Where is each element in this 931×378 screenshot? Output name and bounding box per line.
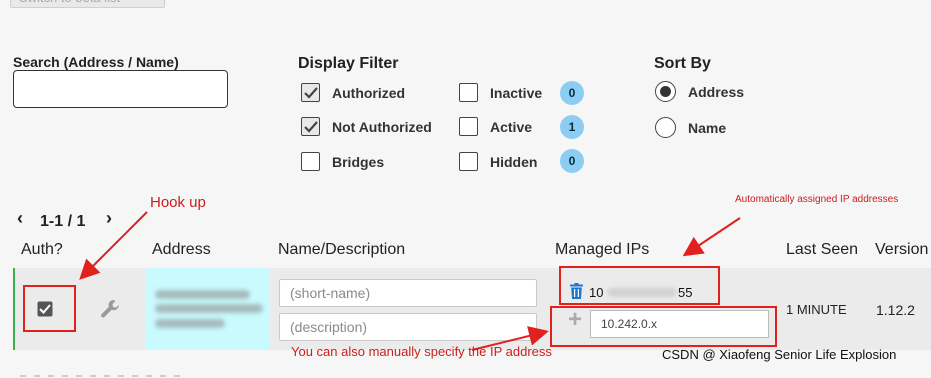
auto-ip-annotation: Automatically assigned IP addresses: [735, 194, 899, 205]
hook-up-arrow: [79, 211, 148, 280]
annotation-arrows: [79, 211, 741, 351]
bottom-divider: [20, 375, 180, 377]
hook-up-annotation: Hook up: [150, 194, 206, 211]
manual-ip-annotation: You can also manually specify the IP add…: [291, 344, 552, 359]
auto-ip-arrow: [682, 217, 741, 257]
watermark: CSDN @ Xiaofeng Senior Life Explosion: [662, 347, 897, 362]
